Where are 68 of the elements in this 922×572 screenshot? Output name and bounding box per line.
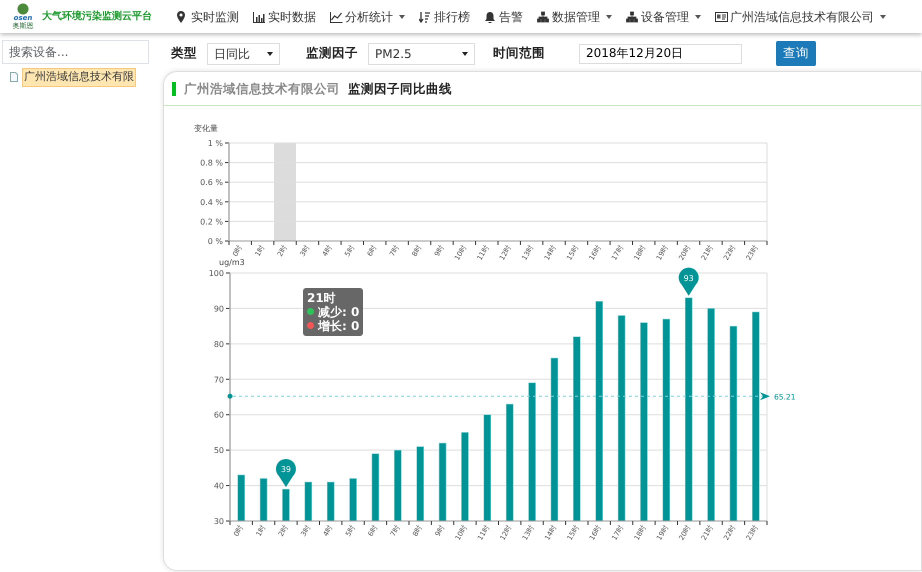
y-tick-label: 80 — [214, 340, 224, 349]
bar — [394, 450, 402, 521]
caret-icon — [695, 14, 701, 18]
filter-label: 时间范围 — [493, 44, 545, 62]
bar — [282, 488, 290, 521]
y-tick-label: 60 — [214, 410, 224, 420]
y-tick-label: 30 — [214, 516, 224, 526]
sort-icon — [419, 10, 432, 22]
caret-icon — [267, 52, 273, 56]
y-tick-label: 1 % — [208, 138, 223, 148]
y-axis-title: ug/m3 — [219, 258, 245, 267]
tooltip-item: 减少: 0 — [318, 304, 360, 319]
tooltip-item: 增长: 0 — [318, 318, 360, 333]
y-tick-label: 0.8 % — [200, 158, 223, 168]
bar-chart-icon — [253, 10, 266, 22]
annotation: 39 — [280, 464, 292, 474]
y-tick-label: 0.6 % — [200, 178, 223, 187]
y-axis-title: 变化量 — [194, 124, 218, 133]
value-pin: 39 — [276, 458, 296, 487]
nav-link[interactable]: 数据管理 — [537, 8, 612, 26]
y-tick-label: 0 % — [208, 236, 223, 246]
nav-link[interactable]: 广州浩域信息技术有限公司 — [715, 8, 886, 26]
y-tick-label: 0.2 % — [200, 217, 223, 226]
y-tick-label: 90 — [214, 304, 224, 314]
y-tick-label: 70 — [214, 375, 224, 384]
tooltip-title: 21时 — [307, 290, 337, 305]
y-tick-label: 40 — [214, 481, 224, 490]
accent-bar — [172, 82, 176, 96]
line-end-arrow — [760, 392, 770, 400]
nav-link[interactable]: 实时监测 — [176, 8, 239, 26]
query-button[interactable]: 查询 — [776, 41, 816, 66]
nav-link[interactable]: 设备管理 — [626, 8, 701, 26]
type-select[interactable]: 日同比 — [207, 42, 280, 64]
caret-icon — [606, 14, 612, 18]
y-tick-label: 0.4 % — [200, 198, 223, 207]
bell-icon — [484, 10, 497, 22]
sitemap-icon — [626, 10, 639, 22]
tree-item[interactable]: 广州浩域信息技术有限 — [22, 68, 136, 86]
platform-title: 大气环境污染监测云平台 — [42, 9, 152, 24]
factor-select[interactable]: PM2.5 — [368, 42, 475, 64]
bar — [326, 482, 334, 521]
company-name: 广州浩域信息技术有限公司 — [184, 80, 340, 98]
nav-link[interactable]: 告警 — [484, 8, 523, 26]
line-start-dot — [228, 394, 232, 398]
line-chart-icon — [330, 10, 343, 22]
bar — [304, 482, 312, 521]
date-field[interactable]: 2018年12月20日 — [579, 44, 742, 64]
y-tick-label: 50 — [214, 446, 224, 455]
annotation: 93 — [684, 274, 694, 283]
id-card-icon — [715, 10, 728, 22]
nav-link[interactable]: 实时数据 — [253, 8, 316, 26]
filter-label: 类型 — [171, 44, 197, 62]
nav-link[interactable]: 排行榜 — [419, 8, 470, 26]
caret-icon — [880, 14, 886, 18]
bar — [260, 478, 268, 521]
file-icon — [10, 72, 18, 82]
nav-link[interactable]: 分析统计 — [330, 8, 405, 26]
sitemap-icon — [537, 10, 550, 22]
filter-label: 监测因子 — [306, 44, 358, 62]
y-tick-label: 100 — [208, 268, 224, 278]
value-pin: 93 — [678, 267, 699, 296]
caret-icon — [399, 14, 405, 18]
search-field[interactable]: 搜索设备... — [2, 40, 149, 64]
bar — [372, 453, 380, 521]
bar — [349, 478, 357, 521]
caret-icon — [462, 52, 468, 56]
panel-title: 监测因子同比曲线 — [348, 80, 452, 98]
bar — [237, 474, 245, 521]
